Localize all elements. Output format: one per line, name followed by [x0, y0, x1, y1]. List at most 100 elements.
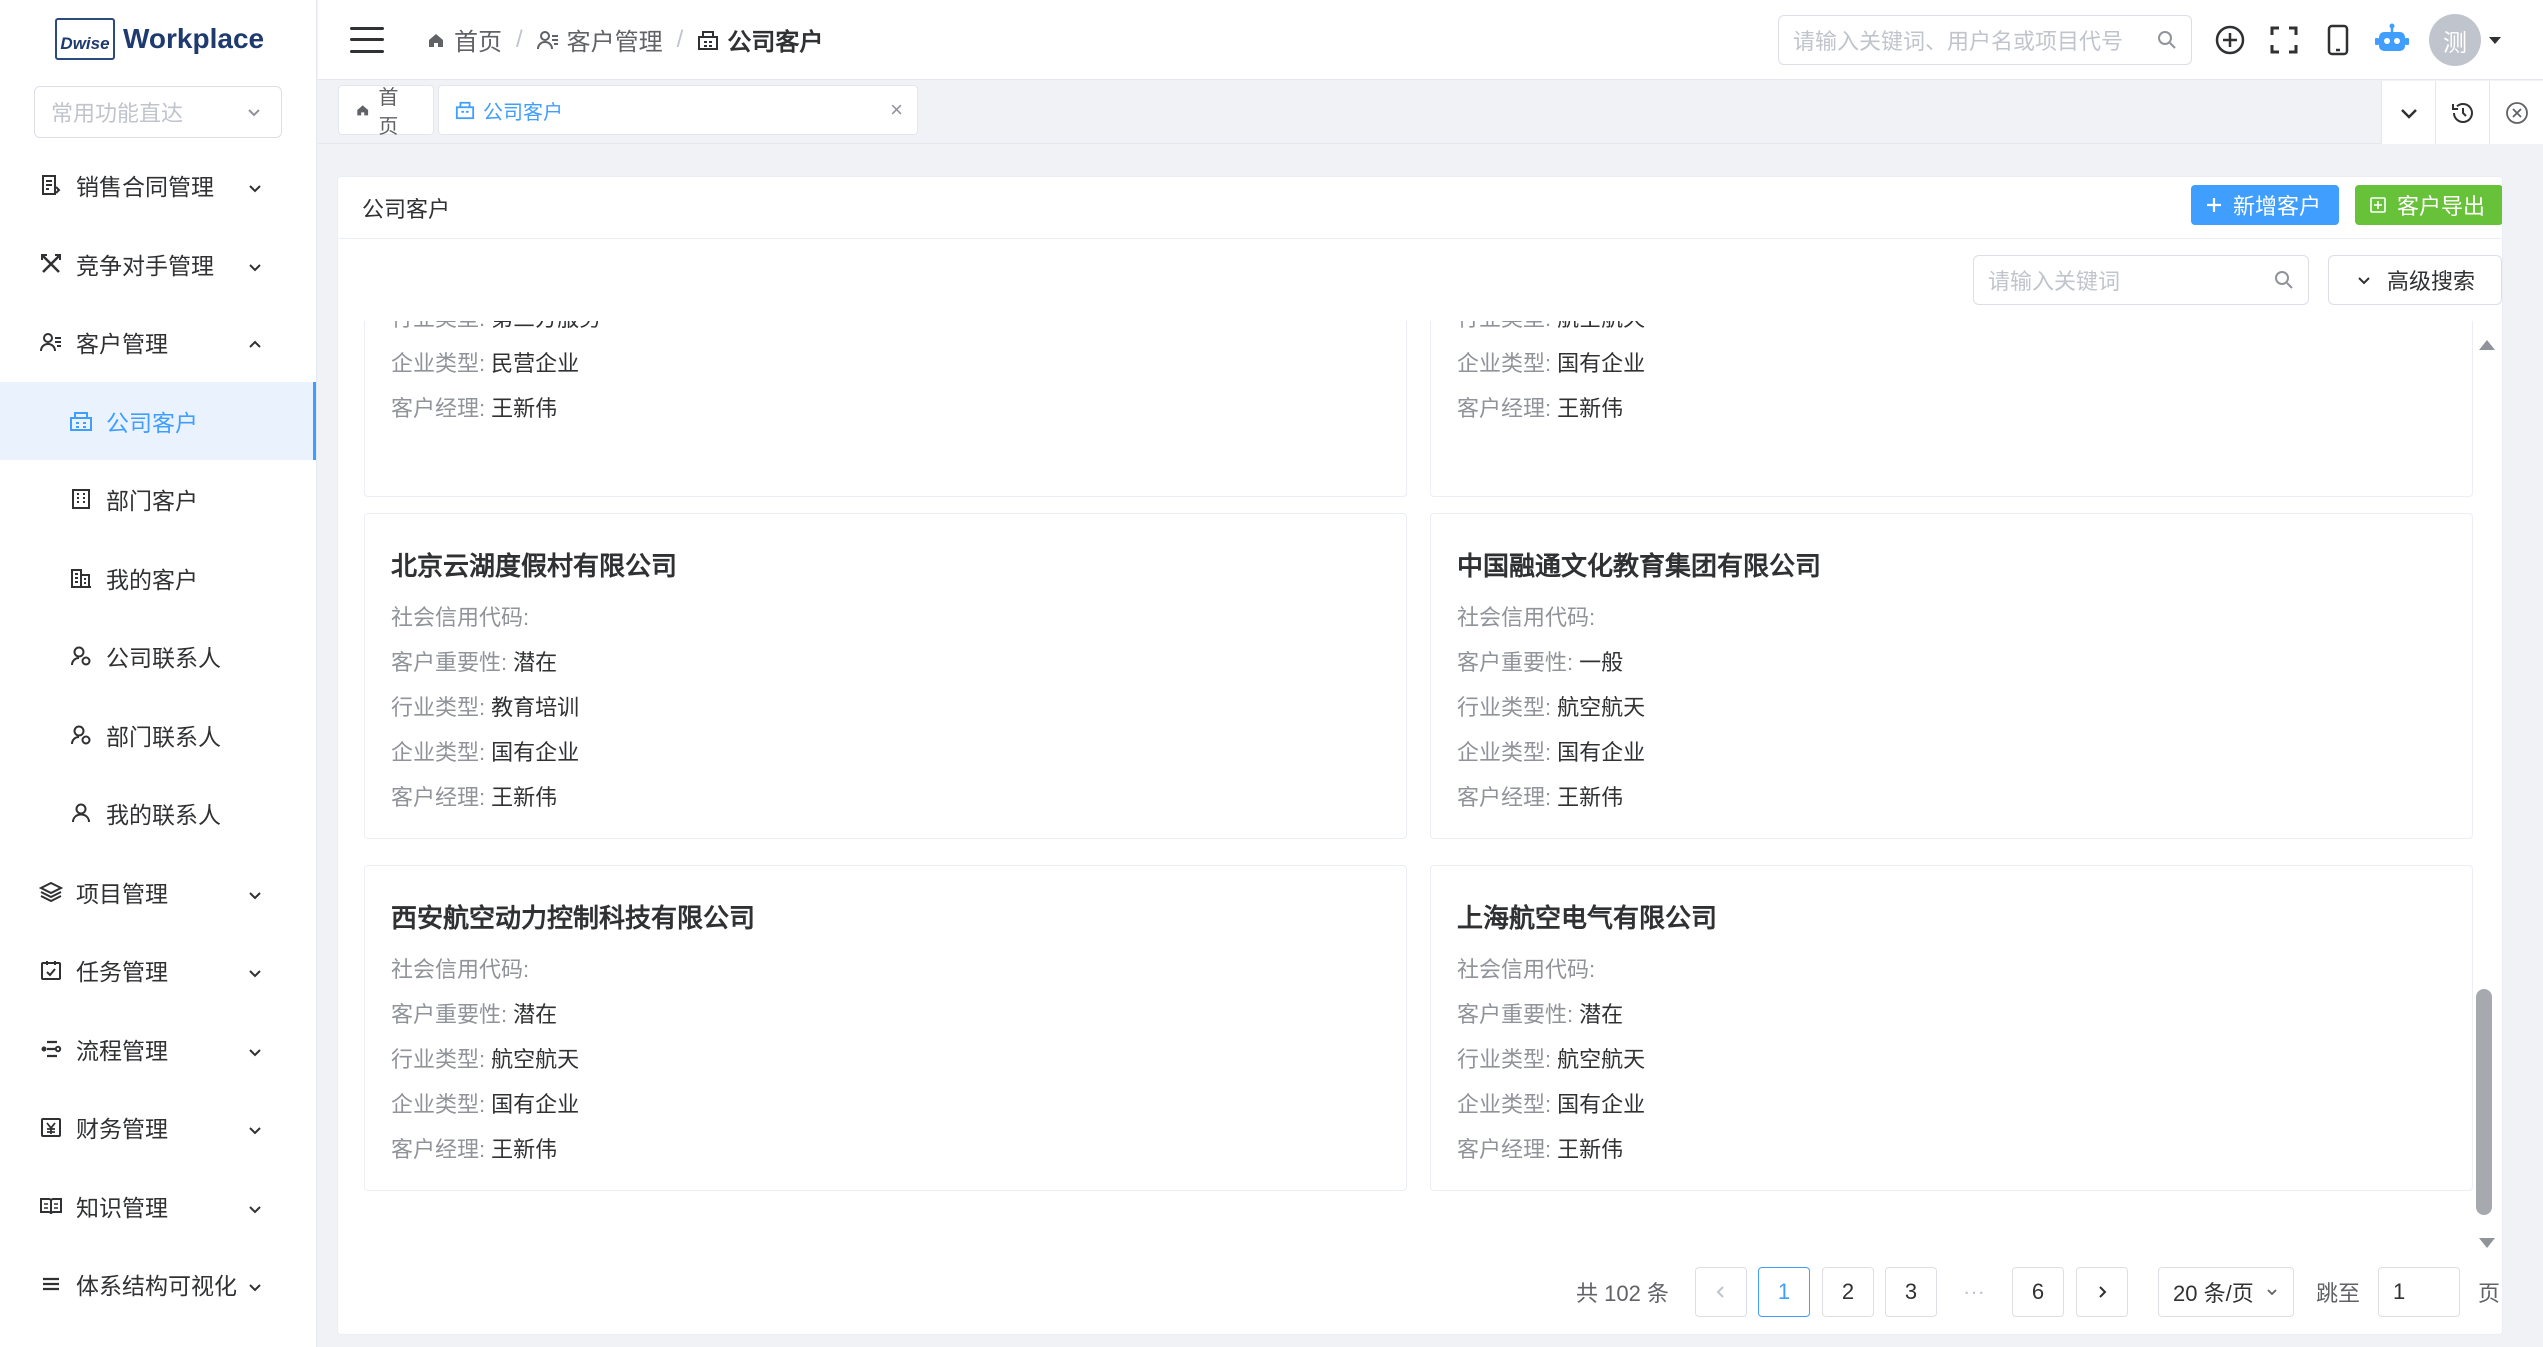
customer-field-importance: 客户重要性: 潜在: [1457, 990, 2446, 1035]
scroll-down-icon[interactable]: [2478, 1237, 2496, 1251]
page-size-select[interactable]: 20 条/页: [2158, 1267, 2294, 1317]
add-circle-icon[interactable]: [2213, 23, 2247, 57]
breadcrumb-customer-mgmt[interactable]: 客户管理: [536, 22, 663, 57]
field-value: 王新伟: [1557, 1136, 1624, 1162]
chevron-right-icon: [2099, 1286, 2107, 1298]
customer-name[interactable]: 上海航空电气有限公司: [1457, 898, 2446, 935]
field-value: 航空航天: [1557, 1046, 1646, 1072]
sidebar-item-10[interactable]: 任务管理: [0, 931, 316, 1010]
customer-field-manager: 客户经理: 王新伟: [1457, 384, 2446, 429]
field-label: 企业类型:: [1457, 350, 1552, 376]
search-icon[interactable]: [2157, 30, 2177, 50]
export-customer-button[interactable]: 客户导出: [2355, 185, 2502, 225]
customer-field-industry: 行业类型: 第三方服务: [391, 321, 1380, 339]
customer-field-importance: 客户重要性: 一般: [1457, 638, 2446, 683]
chevron-down-icon[interactable]: [246, 1197, 264, 1215]
sidebar-item-14[interactable]: 体系结构可视化: [0, 1245, 316, 1324]
customer-card-item[interactable]: 北京云湖度假村有限公司 社会信用代码: 客户重要性: 潜在 行业类型: 教育培训 企业类型:…: [364, 513, 1407, 839]
add-customer-button[interactable]: 新增客户: [2191, 185, 2339, 225]
global-search-placeholder: 请输入关键词、用户名或项目代号: [1793, 29, 2124, 54]
customer-card-item[interactable]: 上海航空电气有限公司 社会信用代码: 客户重要性: 潜在 行业类型: 航空航天 企业类型: 国…: [1430, 865, 2473, 1191]
customer-field-enterprise: 企业类型: 国有企业: [1457, 339, 2446, 384]
chevron-down-icon[interactable]: [246, 1275, 264, 1293]
field-value: 王新伟: [1557, 784, 1624, 810]
chevron-down-icon[interactable]: [246, 883, 264, 901]
sidebar-item-1[interactable]: 竞争对手管理: [0, 225, 316, 304]
field-label: 客户经理:: [1457, 1136, 1552, 1162]
customer-field-manager: 客户经理: 王新伟: [391, 773, 1380, 818]
book-icon: [38, 1193, 64, 1219]
chevron-down-icon[interactable]: [246, 176, 264, 194]
field-value: 国有企业: [1557, 350, 1646, 376]
sidebar-item-12[interactable]: 财务管理: [0, 1088, 316, 1167]
page-ellipsis[interactable]: ···: [1948, 1267, 2000, 1317]
breadcrumb-separator: /: [676, 25, 684, 53]
logo[interactable]: Dwise Workplace: [0, 0, 316, 78]
page-button-2[interactable]: 2: [1822, 1267, 1874, 1317]
sidebar-item-label: 任务管理: [76, 959, 168, 986]
mobile-icon[interactable]: [2321, 23, 2355, 57]
caret-down-icon[interactable]: [2487, 32, 2503, 48]
breadcrumb-home[interactable]: 首页: [426, 22, 502, 57]
page-button-1[interactable]: 1: [1758, 1267, 1810, 1317]
prev-page-button[interactable]: [1695, 1267, 1747, 1317]
customer-card-item[interactable]: 社会信用代码:客户重要性:潜在行业类型:航空航天企业类型:国有企业客户经理:王新…: [1430, 321, 2473, 497]
jump-label: 跳至: [2316, 1281, 2361, 1306]
sidebar-item-label: 竞争对手管理: [76, 252, 214, 279]
sidebar-item-9[interactable]: 项目管理: [0, 853, 316, 932]
keyword-search-input[interactable]: 请输入关键词: [1973, 255, 2309, 305]
finance-icon: [38, 1114, 64, 1140]
customer-card-item[interactable]: 西安航空动力控制科技有限公司 社会信用代码: 客户重要性: 潜在 行业类型: 航空航天 企业…: [364, 865, 1407, 1191]
customer-card-item[interactable]: 中国融通文化教育集团有限公司 社会信用代码: 客户重要性: 一般 行业类型: 航空航天 企业…: [1430, 513, 2473, 839]
search-icon[interactable]: [2274, 270, 2294, 290]
field-value: 一般: [1579, 649, 1624, 675]
customer-field-enterprise: 企业类型: 民营企业: [391, 339, 1380, 384]
chevron-up-icon[interactable]: [246, 333, 264, 351]
sidebar-item-7[interactable]: 部门联系人: [0, 696, 316, 775]
tab-home[interactable]: 首页: [338, 85, 434, 138]
sidebar-item-2[interactable]: 客户管理: [0, 303, 316, 382]
robot-assistant-icon[interactable]: [2375, 23, 2409, 57]
sidebar-item-11[interactable]: 流程管理: [0, 1010, 316, 1089]
card-header: 公司客户 新增客户 客户导出: [338, 177, 2502, 239]
sidebar-item-4[interactable]: 部门客户: [0, 460, 316, 539]
scrollbar-thumb[interactable]: [2476, 989, 2492, 1215]
chevron-down-icon[interactable]: [246, 1118, 264, 1136]
chevron-down-icon[interactable]: [246, 1040, 264, 1058]
quick-access-select[interactable]: 常用功能直达: [34, 86, 282, 138]
menu-toggle-icon[interactable]: [350, 26, 384, 53]
close-all-icon[interactable]: [2489, 81, 2543, 144]
avatar[interactable]: 测: [2429, 14, 2481, 66]
sidebar-item-0[interactable]: 销售合同管理: [0, 146, 316, 225]
customer-name[interactable]: 中国融通文化教育集团有限公司: [1457, 546, 2446, 583]
customer-name[interactable]: 北京云湖度假村有限公司: [391, 546, 1380, 583]
close-icon[interactable]: ×: [890, 97, 903, 123]
chevron-down-icon[interactable]: [246, 255, 264, 273]
customer-field-enterprise: 企业类型: 国有企业: [391, 1080, 1380, 1125]
customer-card-item[interactable]: 社会信用代码:客户重要性:一般行业类型:第三方服务企业类型:民营企业客户经理:王…: [364, 321, 1407, 497]
jump-page-input[interactable]: 1: [2378, 1267, 2460, 1317]
global-search-input[interactable]: 请输入关键词、用户名或项目代号: [1778, 15, 2192, 65]
tab-company-customers[interactable]: 公司客户 ×: [438, 85, 918, 135]
field-label: 客户经理:: [391, 395, 486, 421]
sidebar-item-6[interactable]: 公司联系人: [0, 617, 316, 696]
sidebar-item-8[interactable]: 我的联系人: [0, 774, 316, 853]
page-size-value: 20 条/页: [2173, 1281, 2254, 1306]
home-icon: [357, 105, 369, 116]
next-page-button[interactable]: [2076, 1267, 2128, 1317]
customer-name[interactable]: 西安航空动力控制科技有限公司: [391, 898, 1380, 935]
page-button-6[interactable]: 6: [2012, 1267, 2064, 1317]
sidebar-item-13[interactable]: 知识管理: [0, 1167, 316, 1246]
sidebar-item-5[interactable]: 我的客户: [0, 539, 316, 618]
scroll-up-icon[interactable]: [2478, 337, 2496, 351]
page-button-3[interactable]: 3: [1885, 1267, 1937, 1317]
customer-field-credit: 社会信用代码:: [1457, 945, 2446, 990]
breadcrumb-current-label: 公司客户: [727, 29, 824, 56]
advanced-search-button[interactable]: 高级搜索: [2328, 255, 2502, 305]
chevron-down-icon[interactable]: [246, 961, 264, 979]
sidebar-item-3[interactable]: 公司客户: [0, 381, 316, 460]
history-icon[interactable]: [2435, 81, 2489, 144]
sidebar-item-15[interactable]: 内部社区: [0, 1324, 316, 1347]
tab-dropdown-icon[interactable]: [2381, 81, 2435, 144]
fullscreen-icon[interactable]: [2267, 23, 2301, 57]
